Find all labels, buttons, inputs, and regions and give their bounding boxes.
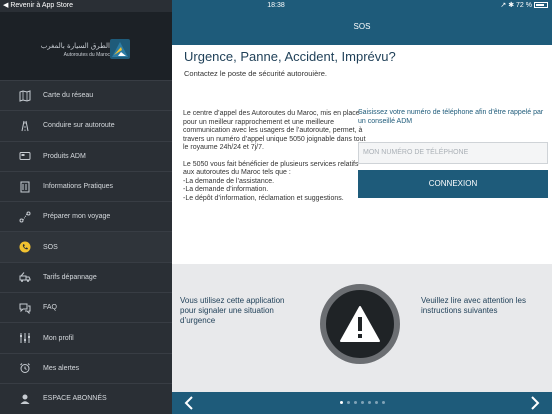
content-area: Le centre d’appel des Autoroutes du Maro…	[172, 86, 552, 264]
main-panel: SOS Urgence, Panne, Accident, Imprévu? C…	[172, 0, 552, 414]
logo-french: Autoroutes du Maroc	[63, 52, 110, 58]
chat-icon	[18, 301, 32, 315]
page-title: SOS	[353, 22, 371, 31]
subheadline: Contactez le poste de sécurité autorouiè…	[184, 69, 328, 78]
sidebar-item-label: ESPACE ABONNÉS	[43, 395, 107, 403]
sidebar-item-informations[interactable]: Informations Pratiques	[0, 170, 172, 201]
panel-left-text: Vous utilisez cette application pour sig…	[180, 296, 285, 325]
sidebar-item-label: SOS	[43, 243, 58, 251]
form-label: Saisissez votre numéro de téléphone afin…	[358, 109, 544, 125]
logo-area: الطرق السيارة بالمغرب Autoroutes du Maro…	[0, 12, 172, 80]
info-paragraph-2: Le 5050 vous fait bénéficier de plusieur…	[183, 161, 368, 204]
status-battery: ↗ ✱ 72 %	[500, 0, 548, 12]
phone-number-input[interactable]: MON NUMÉRO DE TÉLÉPHONE	[358, 142, 548, 164]
user-icon	[18, 392, 32, 406]
panel-right-text: Veuillez lire avec attention les instruc…	[421, 296, 526, 315]
warning-circle	[320, 284, 400, 364]
instructions-panel: Vous utilisez cette application pour sig…	[172, 264, 552, 392]
logo-arabic: الطرق السيارة بالمغرب	[40, 42, 110, 50]
sidebar-item-espace-abonnes[interactable]: ESPACE ABONNÉS	[0, 382, 172, 413]
page-dot[interactable]	[367, 401, 371, 404]
sidebar-item-label: Conduire sur autoroute	[43, 122, 115, 130]
page-dot[interactable]	[374, 401, 378, 404]
alarm-clock-icon	[18, 361, 32, 375]
warning-triangle-icon	[340, 306, 380, 342]
sidebar-item-preparer-voyage[interactable]: Préparer mon voyage	[0, 201, 172, 231]
info-line: -La demande d’information.	[183, 186, 269, 193]
sidebar-item-mon-profil[interactable]: Mon profil	[0, 322, 172, 352]
chevron-right-icon[interactable]	[526, 395, 542, 411]
road-icon	[18, 119, 32, 133]
status-time: 18:38	[267, 2, 285, 9]
page-dot[interactable]	[353, 401, 357, 404]
info-text: Le centre d’appel des Autoroutes du Maro…	[183, 110, 368, 203]
sidebar-item-label: FAQ	[43, 304, 58, 312]
sidebar-item-mes-alertes[interactable]: Mes alertes	[0, 352, 172, 383]
page-dot[interactable]	[346, 401, 350, 404]
info-icon	[18, 180, 32, 194]
phone-icon	[18, 240, 32, 254]
bottom-bar	[172, 392, 552, 414]
sidebar-item-sos[interactable]: SOS	[0, 231, 172, 262]
connexion-button[interactable]: CONNEXION	[358, 170, 548, 198]
battery-text: ↗ ✱ 72 %	[500, 2, 532, 9]
sidebar-item-tarifs-depannage[interactable]: Tarifs dépannage	[0, 261, 172, 292]
sidebar-item-label: Produits ADM	[43, 152, 86, 160]
card-icon	[18, 149, 32, 163]
sidebar-item-label: Informations Pratiques	[43, 183, 114, 191]
page-dot[interactable]	[339, 401, 343, 404]
callback-form: Saisissez votre numéro de téléphone afin…	[358, 108, 548, 198]
sidebar-item-produits-adm[interactable]: Produits ADM	[0, 140, 172, 171]
sidebar-menu: Carte du réseau Conduire sur autoroute P…	[0, 80, 172, 413]
page-dot[interactable]	[360, 401, 364, 404]
info-line: -Le dépôt d’information, réclamation et …	[183, 194, 344, 202]
adm-logo-icon	[110, 39, 130, 59]
page-indicator	[172, 401, 552, 404]
logo-text: الطرق السيارة بالمغرب Autoroutes du Maro…	[30, 42, 110, 58]
sidebar-item-label: Mon profil	[43, 334, 74, 342]
page-dot[interactable]	[381, 401, 385, 404]
battery-icon	[534, 2, 548, 9]
tow-truck-icon	[18, 270, 32, 284]
sidebar-item-faq[interactable]: FAQ	[0, 292, 172, 322]
sidebar-item-conduire[interactable]: Conduire sur autoroute	[0, 110, 172, 140]
info-intro: Le 5050 vous fait bénéficier de plusieur…	[183, 160, 359, 177]
settings-sliders-icon	[18, 331, 32, 345]
sidebar-item-label: Carte du réseau	[43, 92, 94, 100]
sidebar: الطرق السيارة بالمغرب Autoroutes du Maro…	[0, 0, 172, 414]
route-icon	[18, 210, 32, 224]
sidebar-item-label: Mes alertes	[43, 364, 80, 372]
map-icon	[18, 89, 32, 103]
info-line: -La demande de l’assistance.	[183, 177, 275, 185]
sidebar-item-label: Préparer mon voyage	[43, 213, 111, 221]
status-bar: ◀ Revenir à App Store 18:38 ↗ ✱ 72 %	[0, 0, 552, 12]
sidebar-item-carte-du-reseau[interactable]: Carte du réseau	[0, 80, 172, 110]
sidebar-item-label: Tarifs dépannage	[43, 273, 97, 281]
info-paragraph-1: Le centre d’appel des Autoroutes du Maro…	[183, 110, 366, 151]
headline: Urgence, Panne, Accident, Imprévu?	[184, 49, 396, 64]
